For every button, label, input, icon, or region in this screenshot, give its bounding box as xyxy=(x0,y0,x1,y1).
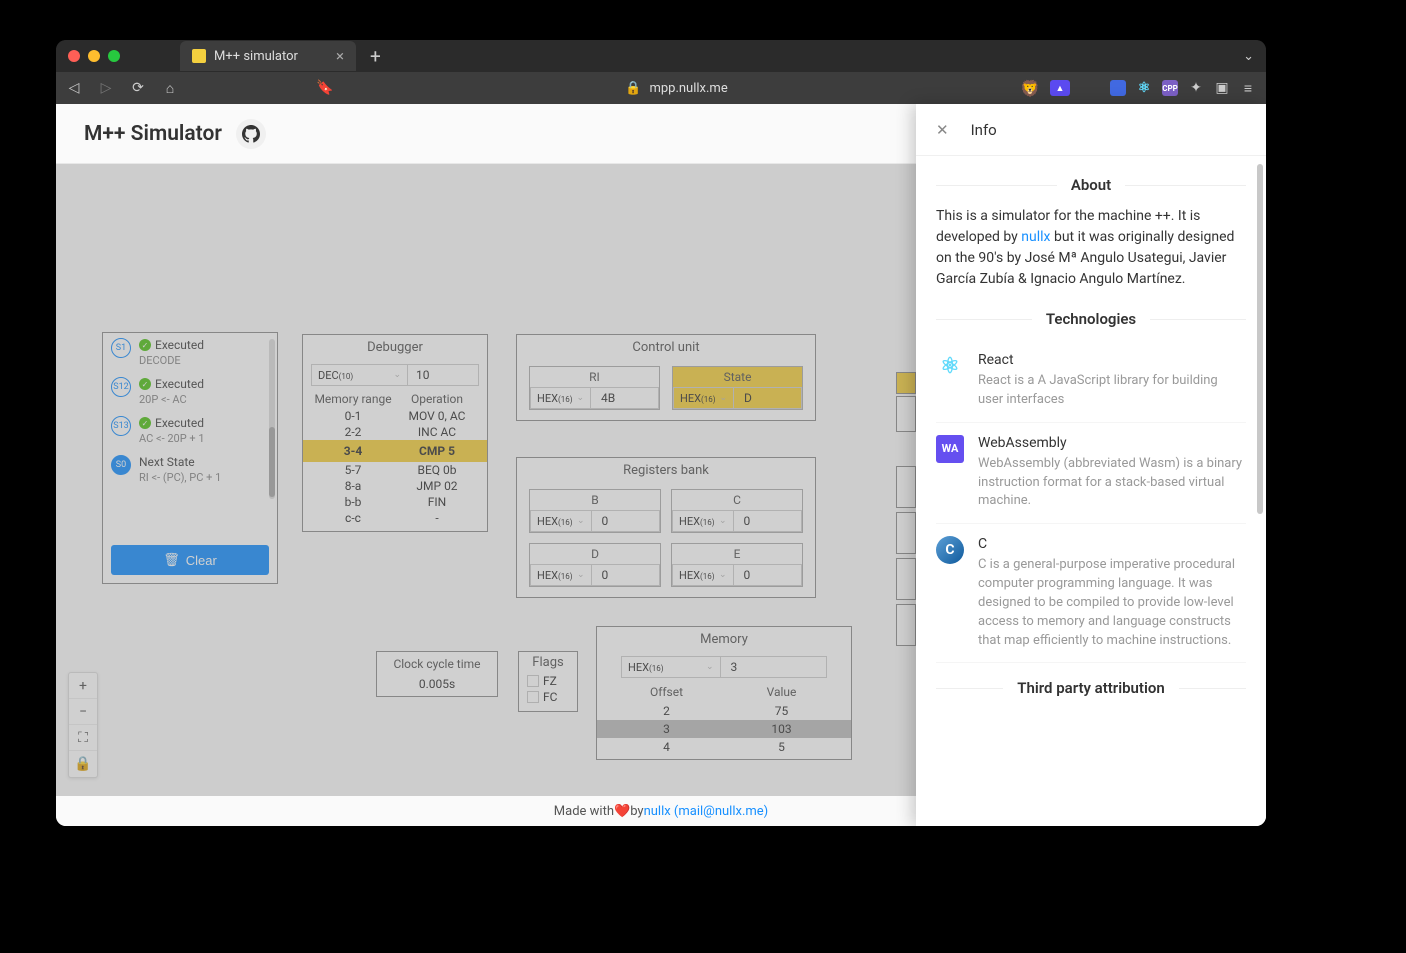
favicon-icon xyxy=(192,49,206,63)
react-devtools-icon[interactable]: ⚛ xyxy=(1136,80,1152,96)
technologies-heading: Technologies xyxy=(1032,310,1150,328)
footer-author-link[interactable]: nullx (mail@nullx.me) xyxy=(644,804,769,819)
tab-list-chevron-icon[interactable]: ⌄ xyxy=(1243,49,1254,64)
close-icon[interactable]: ✕ xyxy=(936,121,949,139)
bookmark-icon[interactable]: 🔖 xyxy=(317,80,333,96)
info-drawer: ✕ Info About This is a simulator for the… xyxy=(916,104,1266,826)
new-tab-button[interactable]: + xyxy=(370,45,381,68)
drawer-scrollbar[interactable] xyxy=(1257,164,1263,514)
sidebar-icon[interactable]: ▣ xyxy=(1214,80,1230,96)
url-text: mpp.nullx.me xyxy=(649,81,727,96)
app-title: M++ Simulator xyxy=(84,122,222,146)
about-text: This is a simulator for the machine ++. … xyxy=(936,206,1246,290)
brave-shield-icon[interactable]: 🦁 xyxy=(1020,80,1040,96)
maximize-window-icon[interactable] xyxy=(108,50,120,62)
window-controls xyxy=(68,50,120,62)
tech-name: WebAssembly xyxy=(978,435,1246,451)
extension-icon-1[interactable] xyxy=(1110,80,1126,96)
tech-desc: React is a A JavaScript library for buil… xyxy=(978,372,1246,410)
home-icon[interactable]: ⌂ xyxy=(162,80,178,96)
tech-name: React xyxy=(978,352,1246,368)
tech-name: C xyxy=(978,536,1246,552)
tech-item-react[interactable]: ⚛ React React is a A JavaScript library … xyxy=(936,340,1246,423)
page-content: M++ Simulator S1 ✓Executed DECODE xyxy=(56,104,1266,826)
back-icon[interactable]: ◁ xyxy=(66,80,82,96)
extensions-icon[interactable]: ✦ xyxy=(1188,80,1204,96)
about-heading: About xyxy=(1057,176,1125,194)
reload-icon[interactable]: ⟳ xyxy=(130,80,146,96)
address-bar[interactable]: 🔒 mpp.nullx.me xyxy=(409,81,944,96)
tech-desc: C is a general-purpose imperative proced… xyxy=(978,556,1246,650)
menu-icon[interactable]: ≡ xyxy=(1240,80,1256,96)
about-link-nullx[interactable]: nullx xyxy=(1021,229,1050,245)
wasm-icon: WA xyxy=(936,435,964,463)
github-button[interactable] xyxy=(236,119,266,149)
tab-close-icon[interactable]: × xyxy=(336,47,344,65)
tech-item-wasm[interactable]: WA WebAssembly WebAssembly (abbreviated … xyxy=(936,423,1246,525)
c-lang-icon: C xyxy=(936,536,964,564)
extension-icon-cpp[interactable]: CPP xyxy=(1162,80,1178,96)
drawer-header: ✕ Info xyxy=(916,104,1266,156)
heart-icon: ❤️ xyxy=(614,804,630,819)
forward-icon[interactable]: ▷ xyxy=(98,80,114,96)
footer-prefix: Made with xyxy=(554,804,614,819)
browser-toolbar: ◁ ▷ ⟳ ⌂ 🔖 🔒 mpp.nullx.me 🦁 ▲ ⚛ CPP ✦ ▣ ≡ xyxy=(56,72,1266,104)
tech-item-c[interactable]: C C C is a general-purpose imperative pr… xyxy=(936,524,1246,663)
react-icon: ⚛ xyxy=(936,352,964,380)
drawer-title: Info xyxy=(971,121,997,139)
tab-title: M++ simulator xyxy=(214,49,298,64)
lock-icon: 🔒 xyxy=(625,81,641,96)
minimize-window-icon[interactable] xyxy=(88,50,100,62)
browser-window: M++ simulator × + ⌄ ◁ ▷ ⟳ ⌂ 🔖 🔒 mpp.null… xyxy=(56,40,1266,826)
footer-by: by xyxy=(630,804,643,819)
drawer-body[interactable]: About This is a simulator for the machin… xyxy=(916,156,1266,826)
third-party-heading: Third party attribution xyxy=(1003,679,1178,697)
brave-wallet-icon[interactable]: ▲ xyxy=(1050,80,1070,96)
browser-tab[interactable]: M++ simulator × xyxy=(180,41,356,71)
titlebar: M++ simulator × + ⌄ xyxy=(56,40,1266,72)
github-icon xyxy=(242,125,260,143)
tech-desc: WebAssembly (abbreviated Wasm) is a bina… xyxy=(978,455,1246,512)
close-window-icon[interactable] xyxy=(68,50,80,62)
toolbar-right: 🦁 ▲ ⚛ CPP ✦ ▣ ≡ xyxy=(1020,80,1256,96)
